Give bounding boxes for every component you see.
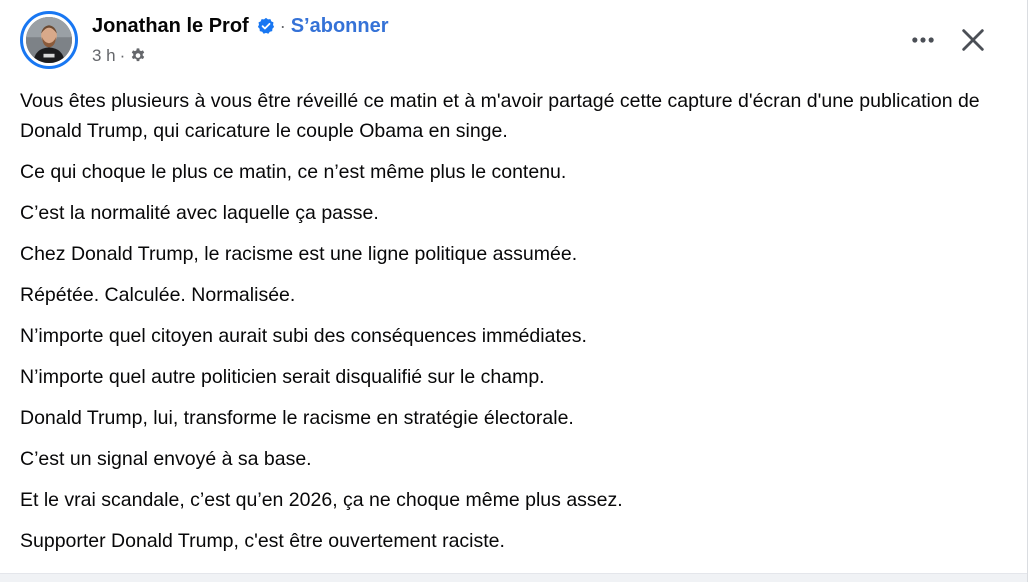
close-button[interactable] (955, 22, 991, 58)
profile-photo-image (26, 17, 72, 63)
post-paragraph: N’importe quel autre politicien serait d… (20, 366, 545, 388)
close-icon (962, 29, 984, 51)
post-paragraph: C’est la normalité avec laquelle ça pass… (20, 202, 379, 224)
more-horizontal-icon (912, 37, 934, 43)
more-options-button[interactable] (905, 22, 941, 58)
post-paragraph: N’importe quel citoyen aurait subi des c… (20, 325, 587, 347)
verified-badge-icon (257, 17, 275, 35)
follow-button[interactable]: S’abonner (291, 15, 389, 38)
post-paragraph: Supporter Donald Trump, c'est être ouver… (20, 530, 505, 552)
separator-dot: · (279, 15, 286, 36)
post-paragraph: Et le vrai scandale, c’est qu’en 2026, ç… (20, 489, 623, 511)
author-line: Jonathan le Prof · S’abonner (92, 13, 389, 39)
post-paragraph: Ce qui choque le plus ce matin, ce n’est… (20, 161, 567, 183)
post-body: Vous êtes plusieurs à vous être réveillé… (20, 86, 980, 567)
post-paragraph: C’est un signal envoyé à sa base. (20, 448, 312, 470)
post-subline: 3 h · (92, 44, 389, 68)
post-header: Jonathan le Prof · S’abonner 3 h · (20, 11, 389, 71)
post-paragraph: Donald Trump, lui, transforme le racisme… (20, 407, 574, 429)
bottom-divider (0, 573, 1027, 582)
author-name[interactable]: Jonathan le Prof (92, 15, 249, 38)
post-card: Jonathan le Prof · S’abonner 3 h · Vous … (0, 0, 1028, 582)
post-paragraph: Vous êtes plusieurs à vous être réveillé… (20, 90, 980, 142)
post-paragraph: Répétée. Calculée. Normalisée. (20, 284, 296, 306)
timestamp-separator: · (119, 46, 126, 65)
post-paragraph: Chez Donald Trump, le racisme est une li… (20, 243, 578, 265)
post-timestamp[interactable]: 3 h (92, 46, 116, 66)
gear-icon[interactable] (129, 47, 147, 65)
post-meta: Jonathan le Prof · S’abonner 3 h · (92, 13, 389, 68)
avatar[interactable] (20, 11, 78, 69)
profile-photo (26, 17, 72, 63)
post-actions (905, 22, 991, 58)
